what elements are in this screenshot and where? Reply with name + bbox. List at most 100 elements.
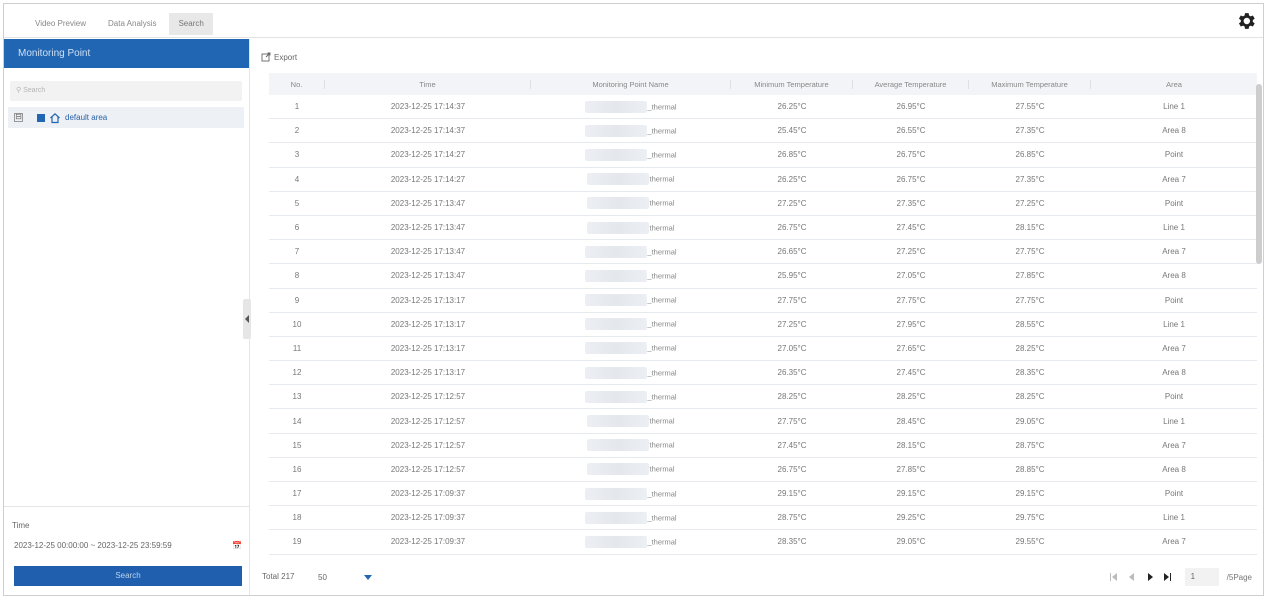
cell-time: 2023-12-25 17:13:47 — [390, 247, 466, 257]
cell-min-temp: 27.05°C — [777, 343, 807, 353]
top-bar: Video Preview Data Analysis Search — [4, 4, 1263, 38]
redacted-name — [585, 366, 648, 379]
tab-search[interactable]: Search — [169, 13, 213, 35]
table-row[interactable]: 3 2023-12-25 17:14:27 _thermal 26.85°C 26.75… — [269, 143, 1257, 168]
table-row[interactable]: 4 2023-12-25 17:14:27 thermal 26.25°C 26.75°… — [269, 168, 1257, 192]
tree-collapse-toggle[interactable]: ⊟ — [14, 113, 23, 122]
time-range-value: 2023-12-25 00:00:00 ~ 2023-12-25 23:59:5… — [14, 541, 172, 550]
col-header-max-temp[interactable]: Maximum Temperature — [969, 79, 1091, 89]
cell-avg-temp: 26.95°C — [896, 102, 926, 112]
table-row[interactable]: 11 2023-12-25 17:13:17 _thermal 27.05°C 27.6… — [269, 337, 1257, 362]
cell-no: 10 — [292, 319, 302, 329]
cell-min-temp: 27.75°C — [777, 295, 807, 305]
sidebar-divider — [4, 506, 249, 507]
cell-min-temp: 28.75°C — [777, 513, 807, 523]
table-row[interactable]: 9 2023-12-25 17:13:17 _thermal 27.75°C 27.75… — [269, 289, 1257, 313]
last-page-icon[interactable] — [1161, 570, 1175, 584]
page-size-select[interactable]: 50 — [312, 568, 374, 586]
col-header-area[interactable]: Area — [1091, 80, 1257, 89]
table-row[interactable]: 18 2023-12-25 17:09:37 _thermal 28.75°C 29.2… — [269, 506, 1257, 531]
table-row[interactable]: 15 2023-12-25 17:12:57 thermal 27.45°C 28.15… — [269, 434, 1257, 458]
cell-min-temp: 26.75°C — [777, 464, 807, 474]
sidebar-collapse-handle[interactable] — [243, 299, 251, 339]
chevron-left-icon — [245, 315, 249, 323]
cell-time: 2023-12-25 17:14:37 — [390, 102, 466, 112]
table-row[interactable]: 14 2023-12-25 17:12:57 thermal 27.75°C 28.45… — [269, 409, 1257, 434]
table-row[interactable]: 8 2023-12-25 17:13:47 _thermal 25.95°C 27.05… — [269, 264, 1257, 289]
calendar-icon[interactable]: 📅 — [232, 541, 242, 550]
table-row[interactable]: 10 2023-12-25 17:13:17 _thermal 27.25°C 27.9… — [269, 313, 1257, 337]
col-header-time[interactable]: Time — [325, 79, 531, 89]
page-total: /5Page — [1226, 572, 1252, 582]
cell-time: 2023-12-25 17:14:27 — [390, 174, 466, 184]
first-page-icon[interactable] — [1107, 570, 1121, 584]
redacted-name — [585, 294, 648, 307]
page-number-input[interactable]: 1 — [1184, 568, 1219, 586]
cell-avg-temp: 27.65°C — [896, 343, 926, 353]
point-name-suffix: _thermal — [647, 537, 677, 547]
cell-avg-temp: 29.25°C — [896, 513, 926, 523]
cell-max-temp: 28.85°C — [1015, 464, 1045, 474]
cell-point-name: thermal — [531, 463, 731, 476]
total-count: Total 217 — [262, 572, 295, 581]
tree-checkbox[interactable] — [37, 113, 45, 122]
export-button[interactable]: Export — [261, 49, 1257, 65]
tree-item-default-area[interactable]: ⊟ default area — [8, 107, 244, 128]
app-window: Video Preview Data Analysis Search Monit… — [3, 3, 1264, 596]
cell-avg-temp: 27.85°C — [896, 464, 926, 474]
table-row[interactable]: 13 2023-12-25 17:12:57 _thermal 28.25°C 28.2… — [269, 385, 1257, 410]
cell-area: Line 1 — [1163, 319, 1185, 329]
cell-point-name: thermal — [531, 173, 731, 186]
cell-no: 3 — [294, 150, 300, 160]
cell-no: 16 — [292, 464, 302, 474]
next-page-icon[interactable] — [1143, 570, 1157, 584]
cell-point-name: _thermal — [531, 342, 731, 355]
col-header-point-name[interactable]: Monitoring Point Name — [531, 79, 731, 89]
table-row[interactable]: 2 2023-12-25 17:14:37 _thermal 25.45°C 26.55… — [269, 119, 1257, 144]
cell-area: Area 8 — [1162, 368, 1186, 378]
tab-video-preview[interactable]: Video Preview — [26, 13, 95, 35]
cell-min-temp: 26.25°C — [777, 102, 807, 112]
cell-avg-temp: 27.05°C — [896, 271, 926, 281]
table-row[interactable]: 7 2023-12-25 17:13:47 _thermal 26.65°C 27.25… — [269, 240, 1257, 265]
cell-min-temp: 28.25°C — [777, 392, 807, 402]
col-header-no[interactable]: No. — [269, 79, 325, 89]
cell-no: 12 — [292, 368, 302, 378]
search-input[interactable]: ⚲ Search — [10, 81, 242, 101]
cell-max-temp: 27.75°C — [1015, 295, 1045, 305]
cell-area: Area 8 — [1162, 271, 1186, 281]
cell-area: Point — [1164, 295, 1184, 305]
cell-area: Line 1 — [1163, 513, 1185, 523]
table-row[interactable]: 16 2023-12-25 17:12:57 thermal 26.75°C 27.85… — [269, 458, 1257, 482]
cell-avg-temp: 27.45°C — [896, 368, 926, 378]
tab-data-analysis[interactable]: Data Analysis — [99, 13, 165, 35]
col-header-min-temp[interactable]: Minimum Temperature — [731, 79, 853, 89]
export-label: Export — [274, 52, 298, 62]
cell-avg-temp: 27.45°C — [896, 223, 926, 233]
cell-no: 5 — [294, 198, 300, 208]
cell-avg-temp: 27.95°C — [896, 319, 926, 329]
cell-no: 14 — [292, 416, 302, 426]
table-row[interactable]: 1 2023-12-25 17:14:37 _thermal 26.25°C 26.95… — [269, 95, 1257, 120]
point-name-suffix: thermal — [649, 223, 675, 233]
cell-no: 18 — [292, 513, 302, 523]
prev-page-icon[interactable] — [1125, 570, 1139, 584]
cell-point-name: thermal — [531, 221, 731, 234]
gear-icon[interactable] — [1235, 10, 1257, 32]
point-name-suffix: _thermal — [647, 126, 677, 136]
cell-avg-temp: 26.55°C — [896, 126, 926, 136]
table-scrollbar[interactable] — [1256, 84, 1262, 264]
table-row[interactable]: 17 2023-12-25 17:09:37 _thermal 29.15°C 29.1… — [269, 482, 1257, 507]
cell-point-name: thermal — [531, 439, 731, 452]
table-row[interactable]: 6 2023-12-25 17:13:47 thermal 26.75°C 27.45°… — [269, 216, 1257, 241]
cell-time: 2023-12-25 17:12:57 — [390, 464, 466, 474]
cell-avg-temp: 26.75°C — [896, 174, 926, 184]
col-header-avg-temp[interactable]: Average Temperature — [853, 79, 969, 89]
redacted-name — [585, 511, 648, 524]
main-content: Export No. Time Monitoring Point Name Mi… — [261, 49, 1257, 555]
search-button[interactable]: Search — [14, 566, 242, 586]
table-row[interactable]: 5 2023-12-25 17:13:47 thermal 27.25°C 27.35°… — [269, 192, 1257, 216]
time-range-picker[interactable]: 2023-12-25 00:00:00 ~ 2023-12-25 23:59:5… — [14, 541, 242, 550]
table-row[interactable]: 19 2023-12-25 17:09:37 _thermal 28.35°C 29.0… — [269, 530, 1257, 555]
table-row[interactable]: 12 2023-12-25 17:13:17 _thermal 26.35°C 27.4… — [269, 361, 1257, 386]
